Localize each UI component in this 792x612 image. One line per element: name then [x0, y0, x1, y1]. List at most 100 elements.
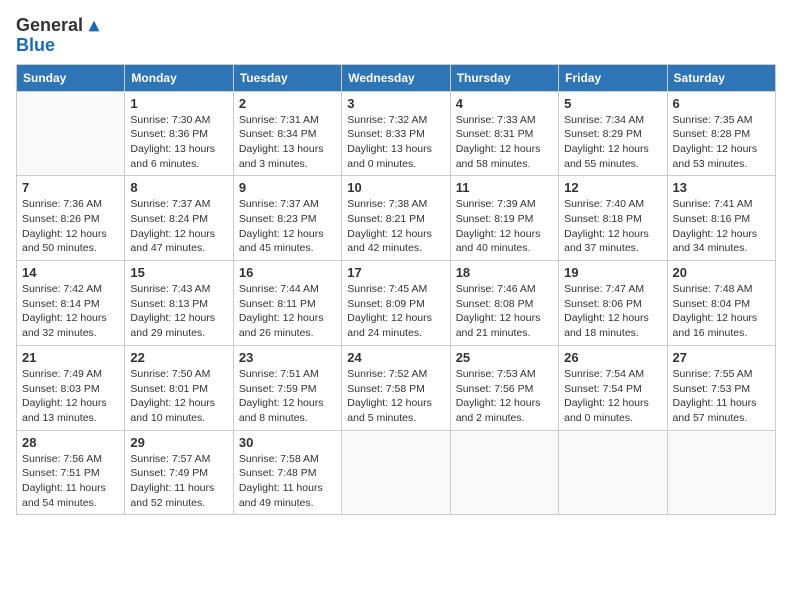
logo-blue: Blue	[16, 35, 55, 55]
day-number: 25	[456, 350, 553, 365]
day-number: 2	[239, 96, 336, 111]
calendar-cell: 13 Sunrise: 7:41 AMSunset: 8:16 PMDayligh…	[667, 176, 775, 261]
day-number: 15	[130, 265, 227, 280]
day-number: 28	[22, 435, 119, 450]
calendar-cell	[667, 430, 775, 515]
calendar-cell: 5 Sunrise: 7:34 AMSunset: 8:29 PMDaylight…	[559, 91, 667, 176]
day-info: Sunrise: 7:56 AMSunset: 7:51 PMDaylight:…	[22, 452, 119, 511]
calendar-week-2: 7 Sunrise: 7:36 AMSunset: 8:26 PMDaylight…	[17, 176, 776, 261]
calendar-cell	[450, 430, 558, 515]
calendar-cell: 3 Sunrise: 7:32 AMSunset: 8:33 PMDaylight…	[342, 91, 450, 176]
calendar-cell: 12 Sunrise: 7:40 AMSunset: 8:18 PMDayligh…	[559, 176, 667, 261]
day-info: Sunrise: 7:43 AMSunset: 8:13 PMDaylight:…	[130, 282, 227, 341]
day-number: 1	[130, 96, 227, 111]
day-info: Sunrise: 7:52 AMSunset: 7:58 PMDaylight:…	[347, 367, 444, 426]
calendar-cell: 30 Sunrise: 7:58 AMSunset: 7:48 PMDayligh…	[233, 430, 341, 515]
day-info: Sunrise: 7:40 AMSunset: 8:18 PMDaylight:…	[564, 197, 661, 256]
weekday-header-wednesday: Wednesday	[342, 64, 450, 91]
calendar-cell: 17 Sunrise: 7:45 AMSunset: 8:09 PMDayligh…	[342, 261, 450, 346]
calendar-cell: 6Sunrise: 7:35 AMSunset: 8:28 PMDaylight…	[667, 91, 775, 176]
calendar-cell: 10 Sunrise: 7:38 AMSunset: 8:21 PMDayligh…	[342, 176, 450, 261]
calendar-body: 1Sunrise: 7:30 AMSunset: 8:36 PMDaylight…	[17, 91, 776, 515]
day-number: 19	[564, 265, 661, 280]
weekday-header-tuesday: Tuesday	[233, 64, 341, 91]
calendar-cell: 24 Sunrise: 7:52 AMSunset: 7:58 PMDayligh…	[342, 345, 450, 430]
calendar-cell	[17, 91, 125, 176]
day-number: 16	[239, 265, 336, 280]
day-info: Sunrise: 7:38 AMSunset: 8:21 PMDaylight:…	[347, 197, 444, 256]
day-info: Sunrise: 7:55 AMSunset: 7:53 PMDaylight:…	[673, 367, 770, 426]
calendar-cell: 20Sunrise: 7:48 AMSunset: 8:04 PMDayligh…	[667, 261, 775, 346]
calendar-cell: 15 Sunrise: 7:43 AMSunset: 8:13 PMDayligh…	[125, 261, 233, 346]
calendar-cell: 9Sunrise: 7:37 AMSunset: 8:23 PMDaylight…	[233, 176, 341, 261]
day-number: 18	[456, 265, 553, 280]
day-info: Sunrise: 7:47 AMSunset: 8:06 PMDaylight:…	[564, 282, 661, 341]
calendar-cell: 1Sunrise: 7:30 AMSunset: 8:36 PMDaylight…	[125, 91, 233, 176]
calendar-cell: 4 Sunrise: 7:33 AMSunset: 8:31 PMDaylight…	[450, 91, 558, 176]
calendar-cell: 28 Sunrise: 7:56 AMSunset: 7:51 PMDayligh…	[17, 430, 125, 515]
day-info: Sunrise: 7:39 AMSunset: 8:19 PMDaylight:…	[456, 197, 553, 256]
calendar-cell: 8 Sunrise: 7:37 AMSunset: 8:24 PMDaylight…	[125, 176, 233, 261]
day-number: 5	[564, 96, 661, 111]
day-info: Sunrise: 7:57 AMSunset: 7:49 PMDaylight:…	[130, 452, 227, 511]
calendar-cell: 22Sunrise: 7:50 AMSunset: 8:01 PMDayligh…	[125, 345, 233, 430]
day-info: Sunrise: 7:41 AMSunset: 8:16 PMDaylight:…	[673, 197, 770, 256]
calendar-cell: 7 Sunrise: 7:36 AMSunset: 8:26 PMDaylight…	[17, 176, 125, 261]
day-info: Sunrise: 7:36 AMSunset: 8:26 PMDaylight:…	[22, 197, 119, 256]
calendar-cell	[342, 430, 450, 515]
calendar-cell: 27 Sunrise: 7:55 AMSunset: 7:53 PMDayligh…	[667, 345, 775, 430]
day-number: 29	[130, 435, 227, 450]
logo: GeneralBlue	[16, 16, 103, 56]
day-number: 12	[564, 180, 661, 195]
calendar-cell	[559, 430, 667, 515]
calendar-header-row: SundayMondayTuesdayWednesdayThursdayFrid…	[17, 64, 776, 91]
day-info: Sunrise: 7:46 AMSunset: 8:08 PMDaylight:…	[456, 282, 553, 341]
calendar-cell: 29 Sunrise: 7:57 AMSunset: 7:49 PMDayligh…	[125, 430, 233, 515]
weekday-header-sunday: Sunday	[17, 64, 125, 91]
day-info: Sunrise: 7:34 AMSunset: 8:29 PMDaylight:…	[564, 113, 661, 172]
day-info: Sunrise: 7:49 AMSunset: 8:03 PMDaylight:…	[22, 367, 119, 426]
calendar-week-4: 21 Sunrise: 7:49 AMSunset: 8:03 PMDayligh…	[17, 345, 776, 430]
day-number: 23	[239, 350, 336, 365]
day-number: 21	[22, 350, 119, 365]
day-number: 4	[456, 96, 553, 111]
day-number: 17	[347, 265, 444, 280]
day-number: 11	[456, 180, 553, 195]
day-number: 7	[22, 180, 119, 195]
day-info: Sunrise: 7:50 AMSunset: 8:01 PMDaylight:…	[130, 367, 227, 426]
calendar-week-3: 14 Sunrise: 7:42 AMSunset: 8:14 PMDayligh…	[17, 261, 776, 346]
day-info: Sunrise: 7:37 AMSunset: 8:24 PMDaylight:…	[130, 197, 227, 256]
day-info: Sunrise: 7:58 AMSunset: 7:48 PMDaylight:…	[239, 452, 336, 511]
calendar-table: SundayMondayTuesdayWednesdayThursdayFrid…	[16, 64, 776, 516]
day-info: Sunrise: 7:35 AMSunset: 8:28 PMDaylight:…	[673, 113, 770, 172]
day-number: 8	[130, 180, 227, 195]
calendar-cell: 11 Sunrise: 7:39 AMSunset: 8:19 PMDayligh…	[450, 176, 558, 261]
day-number: 20	[673, 265, 770, 280]
calendar-cell: 26Sunrise: 7:54 AMSunset: 7:54 PMDayligh…	[559, 345, 667, 430]
day-info: Sunrise: 7:44 AMSunset: 8:11 PMDaylight:…	[239, 282, 336, 341]
logo-triangle-icon	[85, 17, 103, 35]
weekday-header-saturday: Saturday	[667, 64, 775, 91]
calendar-week-1: 1Sunrise: 7:30 AMSunset: 8:36 PMDaylight…	[17, 91, 776, 176]
day-info: Sunrise: 7:42 AMSunset: 8:14 PMDaylight:…	[22, 282, 119, 341]
day-info: Sunrise: 7:33 AMSunset: 8:31 PMDaylight:…	[456, 113, 553, 172]
calendar-cell: 18 Sunrise: 7:46 AMSunset: 8:08 PMDayligh…	[450, 261, 558, 346]
weekday-header-friday: Friday	[559, 64, 667, 91]
day-number: 30	[239, 435, 336, 450]
day-info: Sunrise: 7:45 AMSunset: 8:09 PMDaylight:…	[347, 282, 444, 341]
logo-general: General	[16, 15, 83, 35]
calendar-cell: 2Sunrise: 7:31 AMSunset: 8:34 PMDaylight…	[233, 91, 341, 176]
day-info: Sunrise: 7:54 AMSunset: 7:54 PMDaylight:…	[564, 367, 661, 426]
day-number: 27	[673, 350, 770, 365]
page-header: GeneralBlue	[16, 16, 776, 56]
day-number: 3	[347, 96, 444, 111]
day-info: Sunrise: 7:32 AMSunset: 8:33 PMDaylight:…	[347, 113, 444, 172]
calendar-cell: 23 Sunrise: 7:51 AMSunset: 7:59 PMDayligh…	[233, 345, 341, 430]
day-number: 9	[239, 180, 336, 195]
day-number: 14	[22, 265, 119, 280]
day-number: 24	[347, 350, 444, 365]
day-number: 13	[673, 180, 770, 195]
calendar-cell: 21 Sunrise: 7:49 AMSunset: 8:03 PMDayligh…	[17, 345, 125, 430]
day-info: Sunrise: 7:51 AMSunset: 7:59 PMDaylight:…	[239, 367, 336, 426]
day-number: 10	[347, 180, 444, 195]
